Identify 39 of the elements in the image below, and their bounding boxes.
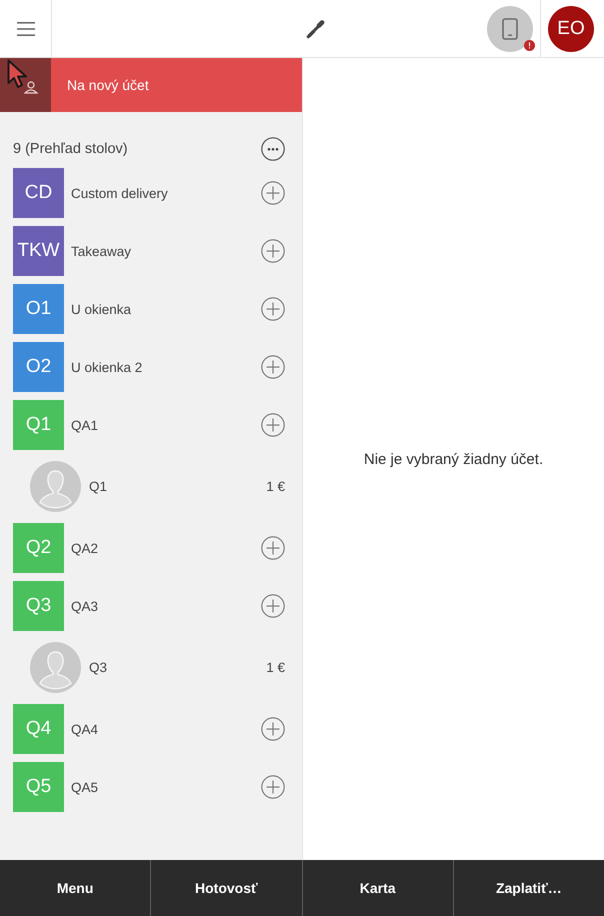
plus-icon[interactable] [261, 239, 285, 263]
table-name[interactable]: Custom delivery [71, 186, 261, 200]
avatar-icon [30, 642, 81, 693]
table-code[interactable]: TKW [13, 226, 64, 276]
avatar-icon [30, 461, 81, 512]
plus-icon[interactable] [261, 536, 285, 560]
plus-icon[interactable] [261, 775, 285, 799]
account-name[interactable]: Q1 [89, 479, 266, 494]
plus-icon[interactable] [261, 355, 285, 379]
table-name[interactable]: U okienka 2 [71, 360, 261, 374]
plus-icon[interactable] [261, 413, 285, 437]
table-code[interactable]: O2 [13, 342, 64, 392]
account-amount: 1 € [266, 660, 285, 675]
table-code[interactable]: O1 [13, 284, 64, 334]
menu-icon [16, 22, 34, 36]
table-name[interactable]: QA1 [71, 418, 261, 432]
table-name[interactable]: QA4 [71, 722, 261, 736]
table-code[interactable]: CD [13, 168, 64, 218]
device-button[interactable] [487, 6, 533, 52]
brush-icon[interactable] [306, 18, 326, 38]
account-name[interactable]: Q3 [89, 660, 266, 675]
plus-icon[interactable] [261, 297, 285, 321]
table-name[interactable]: Takeaway [71, 244, 261, 258]
tablet-icon [502, 18, 518, 40]
cursor-icon [7, 59, 29, 89]
user-avatar[interactable]: EO [548, 6, 594, 52]
plus-icon[interactable] [261, 717, 285, 741]
alert-badge-icon [524, 40, 535, 50]
account-amount: 1 € [266, 479, 285, 494]
new-account-button[interactable]: Na nový účet [0, 58, 302, 112]
plus-icon[interactable] [261, 594, 285, 618]
table-name[interactable]: QA5 [71, 780, 261, 794]
table-name[interactable]: QA3 [71, 598, 261, 614]
plus-icon[interactable] [261, 181, 285, 205]
table-name[interactable]: QA2 [71, 540, 261, 556]
more-icon[interactable] [261, 137, 285, 161]
table-name[interactable]: U okienka [71, 302, 261, 316]
table-overview-title: 9 (Prehľad stolov) [13, 141, 128, 157]
empty-state-message: Nie je vybraný žiadny účet. [364, 450, 544, 468]
